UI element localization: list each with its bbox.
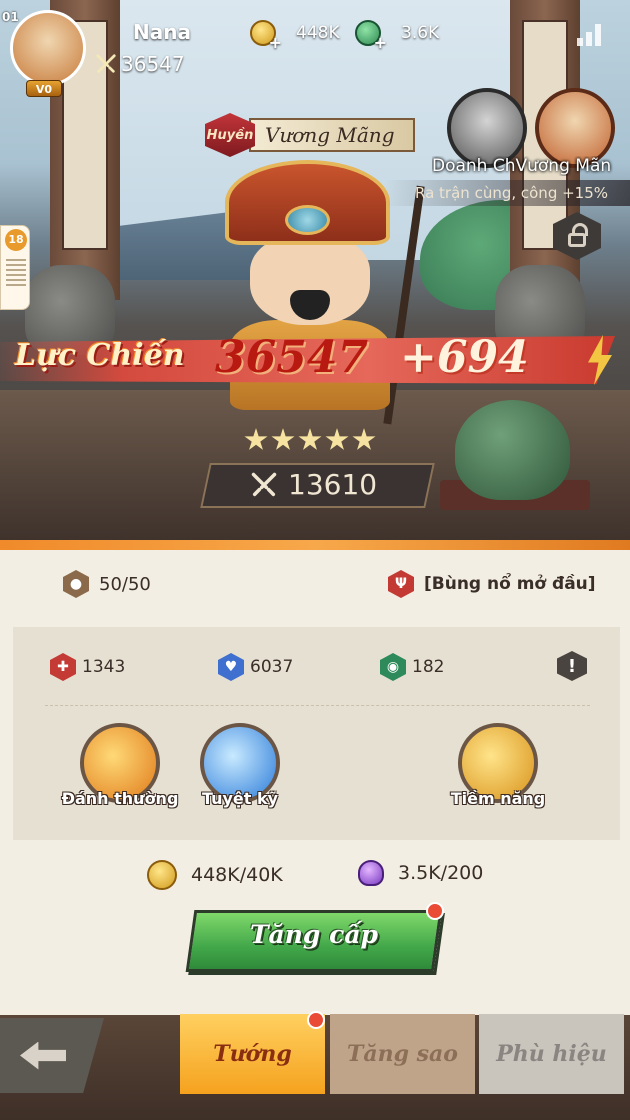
gold-coin-icon — [147, 860, 177, 890]
purple-gem-icon — [358, 860, 384, 886]
trident-icon: Ψ — [388, 570, 414, 598]
attack-stat: ✚ 1343 — [50, 653, 125, 681]
lock-icon — [568, 223, 588, 247]
combat-power-gain: +694 — [400, 332, 529, 383]
heart-icon: ♥ — [218, 653, 244, 681]
player-power-value: 36547 — [121, 52, 185, 76]
combat-power-label: Lực Chiến — [15, 338, 185, 373]
hp-stat: ♥ 6037 — [218, 653, 293, 681]
jade-currency[interactable]: 3.6K — [355, 20, 460, 52]
star-icon — [271, 428, 295, 450]
combat-power-value: 36547 — [215, 332, 369, 383]
stats-divider — [45, 705, 590, 706]
age-rating-badge: 18 — [0, 225, 30, 310]
age-rating-notice — [6, 256, 26, 289]
skill-potential[interactable]: Tiềm năng — [438, 723, 558, 808]
player-power: 36547 — [95, 52, 185, 76]
star-icon — [298, 428, 322, 450]
sword-icon: ✚ — [50, 653, 76, 681]
bond-hero-names: Doanh ChVương Mãn — [432, 156, 612, 176]
skill-label: Tuyệt kỹ — [201, 789, 279, 808]
hero-stars — [244, 428, 376, 452]
gold-coin-icon — [250, 20, 282, 52]
gold-cost-value: 448K/40K — [191, 864, 283, 886]
gold-amount: 448K — [296, 23, 340, 43]
tab-hero[interactable]: Tướng — [180, 1014, 325, 1094]
hero-level-value: 50/50 — [99, 573, 151, 595]
attack-value: 1343 — [82, 657, 126, 677]
age-rating: 18 — [5, 229, 27, 251]
hero-power-value: 13610 — [288, 468, 378, 501]
star-icon — [352, 428, 376, 450]
player-avatar[interactable] — [10, 10, 86, 86]
player-level: 01 — [2, 10, 19, 24]
skill-label: Đánh thường — [61, 789, 179, 808]
shield-icon: ◉ — [380, 653, 406, 681]
back-arrow-icon — [20, 1041, 66, 1070]
player-name: Nana — [133, 20, 191, 44]
tab-notification-dot — [307, 1011, 325, 1029]
hero-name: Vương Mãng — [249, 118, 415, 152]
vip-badge[interactable]: V0 — [26, 80, 62, 97]
jade-amount: 3.6K — [401, 23, 440, 43]
bond-effect: Ra trận cùng, công +15% — [385, 180, 630, 206]
star-icon — [325, 428, 349, 450]
hero-title: Huyền Vương Mãng — [205, 113, 415, 157]
defense-stat: ◉ 182 — [380, 653, 444, 681]
defense-value: 182 — [412, 657, 445, 677]
rarity-badge: Huyền — [205, 113, 255, 157]
hero-level: ● 50/50 — [63, 570, 151, 598]
hero-power: 13610 — [250, 468, 377, 501]
skill-label: Tiềm năng — [450, 789, 546, 808]
gold-cost: 448K/40K — [147, 860, 283, 890]
tab-emblem[interactable]: Phù hiệu — [479, 1014, 624, 1094]
panel-border — [0, 540, 630, 550]
crossed-swords-icon — [251, 472, 277, 496]
hero-hat-gem — [285, 205, 330, 235]
upgrade-notification-dot — [426, 902, 444, 920]
skill-ultimate[interactable]: Tuyệt kỹ — [180, 723, 300, 808]
hp-value: 6037 — [250, 657, 294, 677]
tab-star-up[interactable]: Tăng sao — [330, 1014, 475, 1094]
hero-trait-label: [Bùng nổ mở đầu] — [424, 574, 596, 594]
skill-normal-attack[interactable]: Đánh thường — [60, 723, 180, 808]
jade-icon — [355, 20, 387, 52]
person-icon: ● — [63, 570, 89, 598]
hero-figure[interactable] — [210, 150, 425, 430]
incense-cauldron — [455, 400, 570, 500]
crossed-swords-icon — [96, 54, 116, 73]
star-icon — [244, 428, 268, 450]
signal-icon — [577, 20, 607, 46]
gem-cost-value: 3.5K/200 — [398, 862, 484, 884]
gold-currency[interactable]: 448K — [250, 20, 355, 52]
upgrade-button[interactable] — [185, 910, 443, 972]
gem-cost: 3.5K/200 — [358, 860, 483, 886]
hero-trait[interactable]: Ψ [Bùng nổ mở đầu] — [388, 570, 596, 598]
